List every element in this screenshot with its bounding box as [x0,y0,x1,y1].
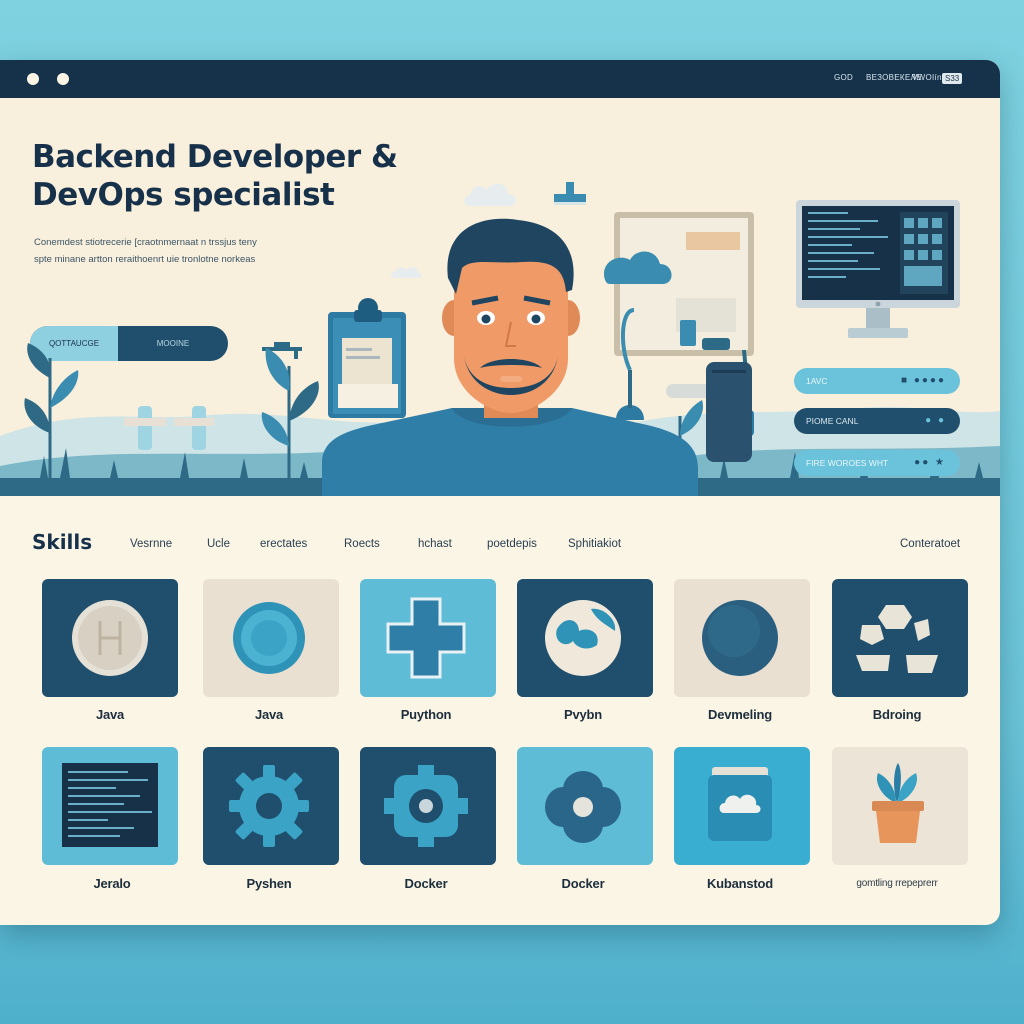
container-gear-icon [384,765,468,847]
plus-cross-icon [386,597,466,679]
skill-label: Java [95,707,125,722]
info-pill[interactable]: 1AVC ■ ●●●● [794,368,960,394]
skill-tile[interactable] [360,747,496,865]
cloud-icon [464,183,516,206]
nav-link[interactable]: Sphitiakiot [568,538,621,550]
window-control-dot[interactable] [57,73,69,85]
plant-icon [24,343,79,488]
skill-tile[interactable] [832,579,968,697]
skill-label: Pyshen [246,876,292,891]
nav-link[interactable]: erectates [260,538,307,550]
pill-label: PIOME CANL [806,416,859,426]
title-bar: GOD ВЕЗОВЕКЕЛЕ VWOIín S33 [0,60,1000,98]
pill-indicator: ● ● [925,415,946,426]
skill-label: Devmeling [708,707,772,722]
nav-link[interactable]: hchast [418,538,452,550]
nav-link[interactable]: poetdepis [487,538,537,550]
cloud-folder-icon [708,767,772,841]
skill-label: Docker [404,876,448,891]
skill-label: Pvybn [563,707,602,722]
skill-tile[interactable] [360,579,496,697]
hero-subtitle-line: Conemdest stiotrecerie [craotnmernaat n … [34,237,257,248]
skill-label: Jeralo [93,876,131,891]
coin-icon [72,600,148,676]
hero-subtitle-line: spte minane artton reraithoenrt uie tron… [34,254,256,265]
skill-label: Kubanstod [706,876,774,891]
nav-link[interactable]: Ucle [207,538,230,550]
skill-tile[interactable] [517,579,653,697]
info-pill[interactable]: FIRE WOROES WHT ●● ★ [794,450,960,476]
server-icon [706,362,752,462]
skills-heading: Skills [32,530,93,554]
hero-title: Backend Developer & DevOps specialist [32,139,398,213]
pill-indicator: ●● ★ [914,457,946,468]
tray-icon [554,182,586,205]
hero-subtitle: Conemdest stiotrecerie [craotnmernaat n … [34,234,334,268]
skill-tile[interactable] [674,747,810,865]
skill-label: Docker [561,876,605,891]
titlebar-text: VWOIín [912,73,942,82]
hero-section: Backend Developer & DevOps specialist Co… [0,98,1000,496]
decor-blocks [124,406,214,450]
flower-icon [545,771,621,843]
skill-label: gomtling rrepeprerr [856,878,938,889]
skill-tile[interactable] [203,747,339,865]
nav-link[interactable]: Vesrnne [130,538,172,550]
skill-tile[interactable] [42,747,178,865]
titlebar-text: GOD [834,73,854,82]
skill-label: Java [254,707,284,722]
skill-tile[interactable] [674,579,810,697]
titlebar-badge: S33 [942,73,963,84]
skill-tile[interactable] [42,579,178,697]
plant-icon [261,348,319,486]
pill-indicator: ■ ●●●● [901,375,946,386]
terminal-icon [62,763,158,847]
button-icon [233,602,305,674]
monitor-illustration [796,200,960,338]
contact-link[interactable]: Conteratoet [900,538,960,550]
hexagon-shapes-icon [856,605,938,673]
skill-tile[interactable] [203,579,339,697]
potted-plant-icon [872,763,924,843]
pill-label: 1AVC [806,376,828,386]
pill-label: FIRE WOROES WHT [806,458,889,468]
nav-link[interactable]: Roects [344,538,380,550]
gear-icon [229,765,309,847]
skill-label: Puython [400,707,452,722]
skill-label: Bdroing [872,707,922,722]
cta-right-label[interactable]: MOOINE [118,326,228,361]
skill-tile[interactable] [517,747,653,865]
globe-icon [545,600,621,676]
info-pill[interactable]: PIOME CANL ● ● [794,408,960,434]
sphere-icon [702,600,778,676]
skill-tile[interactable] [832,747,968,865]
window-control-dot[interactable] [27,73,39,85]
